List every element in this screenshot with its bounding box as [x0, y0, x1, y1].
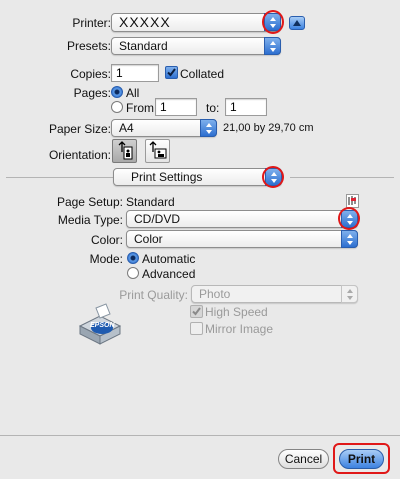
section-separator-left — [6, 177, 113, 178]
portrait-orientation-icon — [118, 141, 133, 160]
media-type-highlight-ring — [338, 207, 360, 230]
presets-popup[interactable]: Standard — [111, 37, 281, 55]
pages-all-radio[interactable] — [111, 86, 123, 98]
pages-all-label: All — [126, 86, 140, 100]
media-type-value: CD/DVD — [134, 212, 181, 226]
printer-value: XXXXX — [119, 14, 171, 30]
copies-label: Copies: — [70, 67, 111, 81]
orientation-label: Orientation: — [48, 148, 111, 162]
epson-logo: EPSON — [76, 302, 124, 348]
color-label: Color: — [90, 233, 123, 247]
presets-stepper-icon — [264, 37, 281, 55]
collated-label: Collated — [180, 67, 225, 81]
landscape-orientation-button[interactable] — [145, 139, 170, 163]
mode-label: Mode: — [89, 252, 123, 266]
mode-automatic-label: Automatic — [142, 252, 196, 266]
media-type-label: Media Type: — [57, 213, 123, 227]
section-popup[interactable]: Print Settings — [113, 168, 282, 186]
pages-from-field[interactable] — [155, 98, 197, 116]
page-setup-label: Page Setup: — [56, 195, 123, 209]
section-value: Print Settings — [131, 170, 203, 184]
bottom-separator — [0, 435, 400, 436]
high-speed-checkbox[interactable] — [190, 305, 203, 318]
mode-advanced-label: Advanced — [142, 267, 196, 281]
pages-from-input[interactable] — [156, 99, 196, 115]
pages-to-input[interactable] — [226, 99, 266, 115]
copies-field[interactable] — [111, 64, 159, 82]
pages-to-field[interactable] — [225, 98, 267, 116]
color-popup[interactable]: Color — [126, 230, 358, 248]
mirror-image-label: Mirror Image — [205, 322, 274, 336]
presets-value: Standard — [119, 39, 168, 53]
mode-advanced-radio[interactable] — [127, 267, 139, 279]
printer-utility-button[interactable] — [346, 194, 359, 208]
presets-label: Presets: — [66, 39, 111, 53]
copies-input[interactable] — [112, 65, 158, 81]
checkmark-icon — [192, 307, 201, 316]
print-quality-stepper-icon — [341, 285, 358, 303]
printer-label: Printer: — [72, 16, 111, 30]
paper-size-stepper-icon — [200, 119, 217, 137]
pages-from-radio[interactable] — [111, 101, 123, 113]
printer-popup[interactable]: XXXXX — [111, 13, 281, 32]
section-highlight-ring — [262, 166, 284, 188]
disclosure-triangle-icon — [293, 20, 301, 26]
print-quality-label: Print Quality: — [119, 288, 188, 302]
page-setup-value: Standard — [126, 195, 175, 209]
pages-from-label: From: — [126, 101, 158, 115]
landscape-orientation-icon — [149, 141, 167, 159]
checkmark-icon — [167, 68, 176, 77]
print-quality-popup[interactable]: Photo — [191, 285, 358, 303]
paper-size-label: Paper Size: — [48, 122, 111, 136]
section-separator-right — [290, 177, 394, 178]
pages-label: Pages: — [73, 86, 111, 100]
media-type-popup[interactable]: CD/DVD — [126, 210, 358, 228]
high-speed-label: High Speed — [205, 305, 268, 319]
mode-automatic-radio[interactable] — [127, 252, 139, 264]
paper-dimensions: 21,00 by 29,70 cm — [223, 122, 314, 134]
color-stepper-icon — [341, 230, 358, 248]
color-value: Color — [134, 232, 163, 246]
collated-checkbox[interactable] — [165, 66, 178, 79]
cancel-button[interactable]: Cancel — [278, 449, 329, 469]
paper-size-popup[interactable]: A4 — [111, 119, 217, 137]
print-quality-value: Photo — [199, 287, 231, 301]
disclosure-button[interactable] — [289, 16, 305, 30]
portrait-orientation-button[interactable] — [112, 139, 137, 163]
print-button-highlight — [333, 443, 390, 474]
mirror-image-checkbox[interactable] — [190, 322, 203, 335]
paper-size-value: A4 — [119, 121, 134, 135]
printer-highlight-ring — [262, 10, 284, 34]
epson-logo-text: EPSON — [90, 322, 115, 329]
tools-icon — [348, 196, 356, 205]
pages-to-label: to: — [206, 101, 220, 115]
